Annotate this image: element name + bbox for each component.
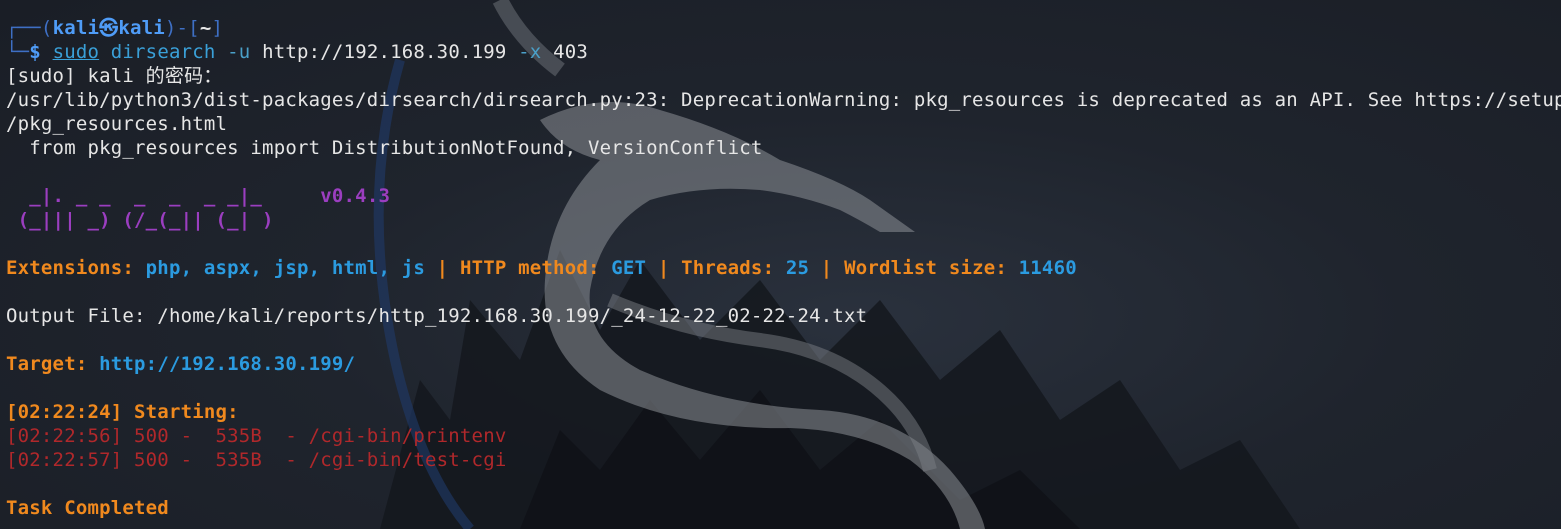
command-line[interactable]: └─$ sudo dirsearch -u http://192.168.30.… [6,40,1561,64]
starting-line: [02:22:24] Starting: [6,401,239,423]
prompt-symbol: $ [29,41,41,63]
prompt-dir: ~ [199,17,212,39]
banner-art-top: _|. _ _ _ _ _ _|_ [6,185,263,207]
command-code: 403 [553,41,588,63]
command-sudo: sudo [52,41,100,63]
terminal-output: ┌──(kali㉿kali)-[~] └─$ sudo dirsearch -u… [6,16,1561,520]
config-line: Extensions: php, aspx, jsp, html, js | H… [6,256,1561,280]
extensions-value: php, aspx, jsp, html, js [145,257,426,279]
deprecation-warning-cont: /pkg_resources.html [6,113,228,135]
command-program: dirsearch [110,41,216,63]
prompt-user: kali [52,17,100,39]
threads-value: 25 [785,257,810,279]
extensions-label: Extensions: [6,257,135,279]
prompt-line: ┌──(kali㉿kali)-[~] [6,17,224,39]
method-value: GET [611,257,647,279]
target-url: http://192.168.30.199/ [99,353,356,375]
target-line: Target: http://192.168.30.199/ [6,352,1561,376]
command-url: http://192.168.30.199 [262,41,507,63]
wordlist-value: 11460 [1018,257,1077,279]
method-label: HTTP method: [459,257,600,279]
terminal-window[interactable]: ┌──(kali㉿kali)-[~] └─$ sudo dirsearch -u… [0,0,1561,529]
wordlist-label: Wordlist size: [844,257,1008,279]
separator: | [657,257,670,279]
sudo-password-prompt: [sudo] kali 的密码： [6,65,223,87]
target-label: Target: [6,353,88,375]
threads-label: Threads: [681,257,775,279]
banner-art-bottom: (_||| _) (/_(_|| (_| ) [6,209,274,231]
task-completed-line: Task Completed [6,497,169,519]
deprecation-warning-import: from pkg_resources import DistributionNo… [6,137,763,159]
result-row: [02:22:57] 500 - 535B - /cgi-bin/test-cg… [6,449,507,471]
banner-line-2: (_||| _) (/_(_|| (_| ) [6,208,1561,232]
separator: | [436,257,449,279]
banner-line-1: _|. _ _ _ _ _ _|_ v0.4.3 [6,184,1561,208]
deprecation-warning: /usr/lib/python3/dist-packages/dirsearch… [6,89,1561,111]
separator: | [820,257,833,279]
command-flag-u: -u [227,41,251,63]
banner-version: v0.4.3 [320,185,391,207]
output-file-line: Output File: /home/kali/reports/http_192… [6,305,868,327]
prompt-host: kali [118,17,165,39]
result-row: [02:22:56] 500 - 535B - /cgi-bin/printen… [6,425,507,447]
skull-icon: ㉿ [99,17,119,39]
command-flag-x: -x [518,41,542,63]
